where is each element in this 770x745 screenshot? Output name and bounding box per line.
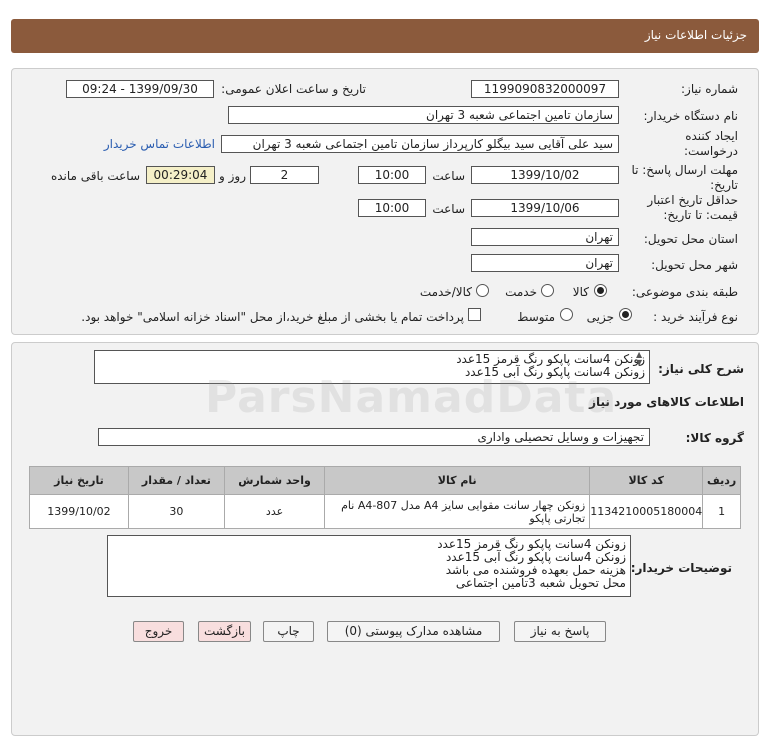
col-unit: واحد شمارش — [223, 466, 326, 495]
province-field: تهران — [471, 228, 619, 246]
summary-label: شرح کلی نیاز: — [658, 362, 744, 376]
buyer-org-label: نام دستگاه خریدار: — [643, 109, 739, 123]
validity-label: حداقل تاریخ اعتبار قیمت: تا تاریخ: — [647, 193, 738, 222]
exit-button[interactable]: خروج — [133, 621, 184, 642]
contact-buyer-link[interactable]: اطلاعات تماس خریدار — [104, 137, 215, 151]
need-number-field: 1199090832000097 — [471, 80, 619, 98]
process-label: نوع فرآیند خرید : — [653, 310, 738, 324]
buyer-org-field: سازمان تامین اجتماعی شعبه 3 تهران — [228, 106, 619, 124]
category-goods-radio[interactable] — [594, 284, 607, 297]
page-header: جزئیات اطلاعات نیاز — [11, 19, 759, 53]
creator-label: ایجاد کننده درخواست: — [684, 129, 738, 158]
scroll-arrows-icon[interactable]: ▲ ▼ — [636, 351, 642, 367]
announce-label: تاریخ و ساعت اعلان عمومی: — [221, 82, 366, 96]
treasury-checkbox[interactable] — [468, 308, 481, 321]
validity-time-field: 10:00 — [358, 199, 426, 217]
cell-date: 1399/10/02 — [29, 494, 129, 529]
category-goods-label: کالا — [572, 285, 589, 299]
reply-button[interactable]: پاسخ به نیاز — [514, 621, 606, 642]
city-field: تهران — [471, 254, 619, 272]
days-field: 2 — [250, 166, 319, 184]
watermark-brand: ParsNamadData — [205, 372, 618, 423]
category-label: طبقه بندی موضوعی: — [631, 285, 738, 299]
cell-idx: 1 — [702, 494, 741, 529]
remaining-time-field: 00:29:04 — [146, 166, 215, 184]
category-service-radio[interactable] — [541, 284, 554, 297]
col-idx: ردیف — [702, 466, 741, 495]
deadline-time-field: 10:00 — [358, 166, 426, 184]
remaining-label: ساعت باقی مانده — [50, 169, 140, 183]
category-both-label: کالا/خدمت — [419, 285, 472, 299]
goods-group-field: تجهیزات و وسایل تحصیلی واداری — [98, 428, 650, 446]
cell-code: 1134210005180004 — [589, 494, 704, 529]
validity-date-field: 1399/10/06 — [471, 199, 619, 217]
page-title: جزئیات اطلاعات نیاز — [644, 28, 747, 42]
deadline-date-field: 1399/10/02 — [471, 166, 619, 184]
attachments-button[interactable]: مشاهده مدارک پیوستی (0) — [327, 621, 500, 642]
cell-name: زونکن چهار سانت مقوایی سایز A4 مدل A4-80… — [324, 494, 591, 529]
validity-time-label: ساعت — [432, 202, 465, 216]
process-partial-radio[interactable] — [619, 308, 632, 321]
goods-table: تاریخ نیاز تعداد / مقدار واحد شمارش نام … — [29, 466, 741, 529]
process-medium-radio[interactable] — [560, 308, 573, 321]
treasury-note: پرداخت تمام یا بخشی از مبلغ خرید،از محل … — [81, 310, 464, 324]
col-code: کد کالا — [589, 466, 704, 495]
table-header-row: تاریخ نیاز تعداد / مقدار واحد شمارش نام … — [29, 466, 741, 495]
buyer-notes-textarea: زونکن 4سانت پاپکو رنگ قرمز 15عدد زونکن 4… — [107, 535, 631, 597]
province-label: استان محل تحویل: — [643, 232, 738, 246]
cell-qty: 30 — [127, 494, 225, 529]
announce-field: 1399/09/30 - 09:24 — [66, 80, 214, 98]
days-label: روز و — [219, 169, 246, 183]
need-number-label: شماره نیاز: — [681, 82, 738, 96]
process-partial-label: جزیی — [586, 310, 614, 324]
back-button[interactable]: بازگشت — [198, 621, 251, 642]
city-label: شهر محل تحویل: — [651, 258, 738, 272]
creator-field: سید علی آقایی سید بیگلو کارپرداز سازمان … — [221, 135, 619, 153]
deadline-label: مهلت ارسال پاسخ: تا تاریخ: — [631, 163, 738, 192]
category-both-radio[interactable] — [476, 284, 489, 297]
goods-group-label: گروه کالا: — [685, 431, 744, 445]
table-row: 1399/10/02 30 عدد زونکن چهار سانت مقوایی… — [29, 494, 741, 529]
col-name: نام کالا — [324, 466, 591, 495]
print-button[interactable]: چاپ — [263, 621, 314, 642]
deadline-time-label: ساعت — [432, 169, 465, 183]
process-medium-label: متوسط — [517, 310, 555, 324]
category-service-label: خدمت — [505, 285, 537, 299]
cell-unit: عدد — [223, 494, 326, 529]
col-date: تاریخ نیاز — [29, 466, 129, 495]
buyer-notes-label: توضیحات خریدار: — [630, 561, 732, 575]
buyer-note-line: محل تحویل شعبه 3تامین اجتماعی — [455, 576, 626, 590]
col-qty: تعداد / مقدار — [127, 466, 225, 495]
